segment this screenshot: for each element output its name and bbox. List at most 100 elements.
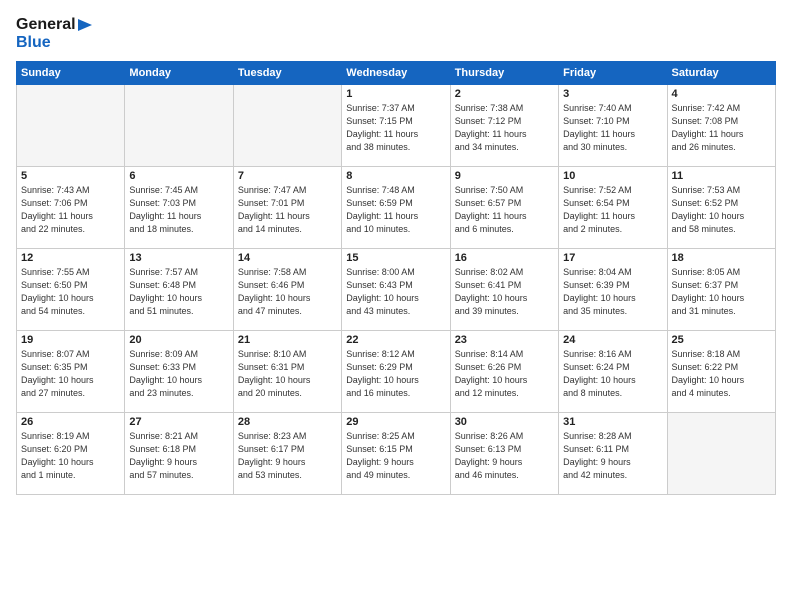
day-number: 30: [455, 416, 554, 428]
calendar-cell: 20 Sunrise: 8:09 AM Sunset: 6:33 PM Dayli…: [125, 331, 233, 413]
calendar-cell: 30 Sunrise: 8:26 AM Sunset: 6:13 PM Dayli…: [450, 413, 558, 495]
calendar-cell: 11Sunrise: 7:53 AM Sunset: 6:52 PM Dayli…: [667, 167, 775, 249]
day-number: 6: [129, 170, 228, 182]
day-info: Sunrise: 7:53 AM Sunset: 6:52 PM Dayligh…: [672, 184, 771, 236]
calendar-cell: 5 Sunrise: 7:43 AM Sunset: 7:06 PM Daylig…: [17, 167, 125, 249]
week-row-4: 26 Sunrise: 8:19 AM Sunset: 6:20 PM Dayli…: [17, 413, 776, 495]
day-number: 25: [672, 334, 771, 346]
calendar-cell: 26 Sunrise: 8:19 AM Sunset: 6:20 PM Dayli…: [17, 413, 125, 495]
day-number: 14: [238, 252, 337, 264]
calendar-cell: 4 Sunrise: 7:42 AM Sunset: 7:08 PM Daylig…: [667, 85, 775, 167]
day-number: 26: [21, 416, 120, 428]
calendar-cell: [667, 413, 775, 495]
day-info: Sunrise: 8:09 AM Sunset: 6:33 PM Dayligh…: [129, 348, 228, 400]
day-number: 20: [129, 334, 228, 346]
day-info: Sunrise: 7:38 AM Sunset: 7:12 PM Dayligh…: [455, 102, 554, 154]
day-number: 22: [346, 334, 445, 346]
day-info: Sunrise: 8:26 AM Sunset: 6:13 PM Dayligh…: [455, 430, 554, 482]
day-number: 9: [455, 170, 554, 182]
day-number: 28: [238, 416, 337, 428]
day-info: Sunrise: 8:16 AM Sunset: 6:24 PM Dayligh…: [563, 348, 662, 400]
day-info: Sunrise: 7:40 AM Sunset: 7:10 PM Dayligh…: [563, 102, 662, 154]
calendar-cell: [125, 85, 233, 167]
col-header-sunday: Sunday: [17, 62, 125, 85]
day-info: Sunrise: 8:19 AM Sunset: 6:20 PM Dayligh…: [21, 430, 120, 482]
day-number: 4: [672, 88, 771, 100]
day-number: 17: [563, 252, 662, 264]
calendar-cell: 7Sunrise: 7:47 AM Sunset: 7:01 PM Daylig…: [233, 167, 341, 249]
col-header-thursday: Thursday: [450, 62, 558, 85]
calendar-cell: 3 Sunrise: 7:40 AM Sunset: 7:10 PM Daylig…: [559, 85, 667, 167]
week-row-0: 1 Sunrise: 7:37 AM Sunset: 7:15 PM Daylig…: [17, 85, 776, 167]
calendar-cell: 23 Sunrise: 8:14 AM Sunset: 6:26 PM Dayli…: [450, 331, 558, 413]
day-info: Sunrise: 7:57 AM Sunset: 6:48 PM Dayligh…: [129, 266, 228, 318]
calendar-cell: 17 Sunrise: 8:04 AM Sunset: 6:39 PM Dayli…: [559, 249, 667, 331]
col-header-monday: Monday: [125, 62, 233, 85]
day-info: Sunrise: 8:00 AM Sunset: 6:43 PM Dayligh…: [346, 266, 445, 318]
day-info: Sunrise: 7:47 AM Sunset: 7:01 PM Dayligh…: [238, 184, 337, 236]
calendar-cell: 27 Sunrise: 8:21 AM Sunset: 6:18 PM Dayli…: [125, 413, 233, 495]
day-number: 23: [455, 334, 554, 346]
col-header-friday: Friday: [559, 62, 667, 85]
day-number: 10: [563, 170, 662, 182]
day-info: Sunrise: 7:37 AM Sunset: 7:15 PM Dayligh…: [346, 102, 445, 154]
day-number: 27: [129, 416, 228, 428]
day-info: Sunrise: 8:10 AM Sunset: 6:31 PM Dayligh…: [238, 348, 337, 400]
col-header-tuesday: Tuesday: [233, 62, 341, 85]
calendar-cell: 25 Sunrise: 8:18 AM Sunset: 6:22 PM Dayli…: [667, 331, 775, 413]
day-info: Sunrise: 8:04 AM Sunset: 6:39 PM Dayligh…: [563, 266, 662, 318]
day-info: Sunrise: 8:05 AM Sunset: 6:37 PM Dayligh…: [672, 266, 771, 318]
calendar-cell: 6 Sunrise: 7:45 AM Sunset: 7:03 PM Daylig…: [125, 167, 233, 249]
day-info: Sunrise: 7:52 AM Sunset: 6:54 PM Dayligh…: [563, 184, 662, 236]
day-number: 2: [455, 88, 554, 100]
day-number: 3: [563, 88, 662, 100]
day-info: Sunrise: 7:58 AM Sunset: 6:46 PM Dayligh…: [238, 266, 337, 318]
calendar-header-row: SundayMondayTuesdayWednesdayThursdayFrid…: [17, 62, 776, 85]
day-info: Sunrise: 8:12 AM Sunset: 6:29 PM Dayligh…: [346, 348, 445, 400]
calendar-cell: 10 Sunrise: 7:52 AM Sunset: 6:54 PM Dayli…: [559, 167, 667, 249]
day-number: 19: [21, 334, 120, 346]
day-number: 31: [563, 416, 662, 428]
logo: General Blue: [16, 16, 76, 51]
calendar-cell: 1 Sunrise: 7:37 AM Sunset: 7:15 PM Daylig…: [342, 85, 450, 167]
calendar-cell: 14 Sunrise: 7:58 AM Sunset: 6:46 PM Dayli…: [233, 249, 341, 331]
day-number: 13: [129, 252, 228, 264]
day-info: Sunrise: 7:48 AM Sunset: 6:59 PM Dayligh…: [346, 184, 445, 236]
day-number: 5: [21, 170, 120, 182]
week-row-3: 19Sunrise: 8:07 AM Sunset: 6:35 PM Dayli…: [17, 331, 776, 413]
calendar-cell: 2 Sunrise: 7:38 AM Sunset: 7:12 PM Daylig…: [450, 85, 558, 167]
day-info: Sunrise: 7:55 AM Sunset: 6:50 PM Dayligh…: [21, 266, 120, 318]
day-info: Sunrise: 8:18 AM Sunset: 6:22 PM Dayligh…: [672, 348, 771, 400]
calendar-cell: 29Sunrise: 8:25 AM Sunset: 6:15 PM Dayli…: [342, 413, 450, 495]
day-info: Sunrise: 8:14 AM Sunset: 6:26 PM Dayligh…: [455, 348, 554, 400]
calendar-cell: 16 Sunrise: 8:02 AM Sunset: 6:41 PM Dayli…: [450, 249, 558, 331]
calendar: SundayMondayTuesdayWednesdayThursdayFrid…: [16, 61, 776, 495]
week-row-2: 12 Sunrise: 7:55 AM Sunset: 6:50 PM Dayli…: [17, 249, 776, 331]
day-info: Sunrise: 8:21 AM Sunset: 6:18 PM Dayligh…: [129, 430, 228, 482]
calendar-cell: 24 Sunrise: 8:16 AM Sunset: 6:24 PM Dayli…: [559, 331, 667, 413]
week-row-1: 5 Sunrise: 7:43 AM Sunset: 7:06 PM Daylig…: [17, 167, 776, 249]
day-info: Sunrise: 7:42 AM Sunset: 7:08 PM Dayligh…: [672, 102, 771, 154]
day-number: 24: [563, 334, 662, 346]
day-info: Sunrise: 8:25 AM Sunset: 6:15 PM Dayligh…: [346, 430, 445, 482]
day-info: Sunrise: 8:23 AM Sunset: 6:17 PM Dayligh…: [238, 430, 337, 482]
calendar-cell: 19Sunrise: 8:07 AM Sunset: 6:35 PM Dayli…: [17, 331, 125, 413]
day-number: 15: [346, 252, 445, 264]
day-number: 18: [672, 252, 771, 264]
calendar-cell: 22 Sunrise: 8:12 AM Sunset: 6:29 PM Dayli…: [342, 331, 450, 413]
calendar-cell: 13 Sunrise: 7:57 AM Sunset: 6:48 PM Dayli…: [125, 249, 233, 331]
calendar-cell: [233, 85, 341, 167]
day-info: Sunrise: 7:50 AM Sunset: 6:57 PM Dayligh…: [455, 184, 554, 236]
day-number: 16: [455, 252, 554, 264]
day-info: Sunrise: 7:43 AM Sunset: 7:06 PM Dayligh…: [21, 184, 120, 236]
col-header-wednesday: Wednesday: [342, 62, 450, 85]
page: General Blue SundayMondayTuesdayWednesda…: [0, 0, 792, 612]
day-info: Sunrise: 8:02 AM Sunset: 6:41 PM Dayligh…: [455, 266, 554, 318]
day-number: 21: [238, 334, 337, 346]
day-number: 1: [346, 88, 445, 100]
calendar-cell: 9 Sunrise: 7:50 AM Sunset: 6:57 PM Daylig…: [450, 167, 558, 249]
day-info: Sunrise: 7:45 AM Sunset: 7:03 PM Dayligh…: [129, 184, 228, 236]
calendar-cell: 31Sunrise: 8:28 AM Sunset: 6:11 PM Dayli…: [559, 413, 667, 495]
day-number: 12: [21, 252, 120, 264]
calendar-cell: [17, 85, 125, 167]
